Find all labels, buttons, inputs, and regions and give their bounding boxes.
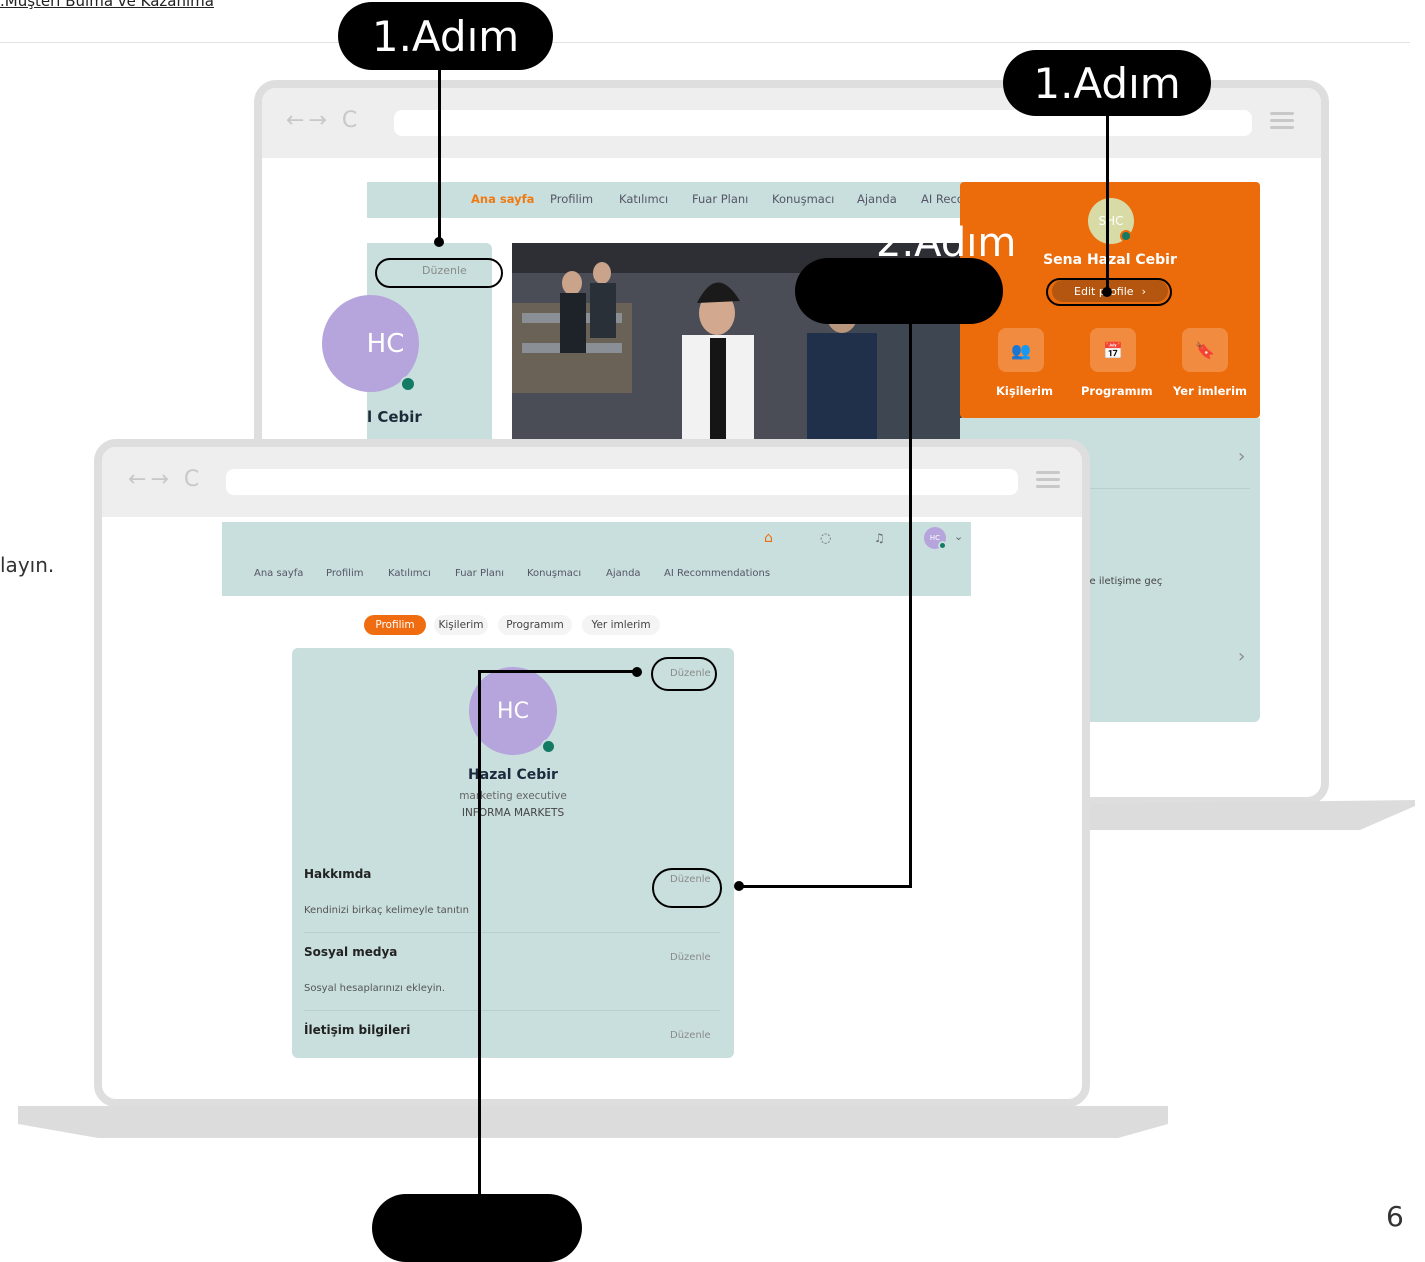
front-laptop-screen: ←→ C ⌂ ◌ ♫ HC ⌄ Ana sayfa Profilim Katıl…	[94, 439, 1090, 1107]
tile-program-icon[interactable]: 📅	[1090, 328, 1136, 372]
section-social-title: Sosyal medya	[304, 945, 398, 959]
profile-online-indicator	[541, 739, 556, 754]
tab-bookmarks[interactable]: Yer imlerim	[582, 615, 660, 635]
chevron-down-icon[interactable]: ⌄	[954, 530, 963, 543]
header-online-indicator	[938, 541, 947, 550]
header-avatar-initials: HC	[929, 534, 941, 542]
connector-step1-right-dot	[1102, 287, 1112, 297]
connector-bottom-vertical	[478, 670, 481, 1200]
profile-dropdown-panel: SHC Sena Hazal Cebir Edit profile › 👥 📅 …	[960, 182, 1260, 418]
dropdown-avatar-initials: SHC	[1098, 214, 1124, 228]
tab-program[interactable]: Programım	[498, 615, 572, 635]
profile-company: INFORMA MARKETS	[461, 807, 565, 819]
front-nav-agenda[interactable]: Ajanda	[606, 568, 641, 579]
tile-contacts-label[interactable]: Kişilerim	[996, 384, 1053, 398]
tile-bookmarks-label[interactable]: Yer imlerim	[1173, 384, 1247, 398]
front-browser-toolbar: ←→ C	[102, 447, 1082, 517]
instruction-text-fragment: layın.	[0, 553, 55, 577]
connector-bottom-horizontal	[478, 670, 638, 673]
front-app-header: ⌂ ◌ ♫ HC ⌄ Ana sayfa Profilim Katılımcı …	[222, 522, 971, 596]
connector-bottom-dot	[632, 667, 642, 677]
tab-profile[interactable]: Profilim	[364, 615, 426, 635]
profile-name: Hazal Cebir	[468, 767, 558, 783]
home-icon[interactable]: ⌂	[764, 530, 778, 546]
back-app-nav-bar: Ana sayfa Profilim Katılımcı Fuar Planı …	[367, 182, 967, 218]
back-nav-floorplan[interactable]: Fuar Planı	[692, 192, 748, 206]
connector-step1-top	[438, 70, 441, 242]
connector-step1-top-dot	[434, 237, 444, 247]
callout-step1-top: 1.Adım	[338, 2, 553, 70]
back-online-indicator	[400, 376, 416, 392]
connector-step1-right	[1106, 116, 1109, 294]
front-browser-nav-icons[interactable]: ←→ C	[128, 467, 203, 492]
front-browser-menu-icon[interactable]	[1036, 471, 1060, 489]
section-social-description: Sosyal hesaplarınızı ekleyin.	[304, 983, 446, 994]
front-nav-attendee[interactable]: Katılımcı	[388, 568, 431, 579]
section-divider-2	[304, 1010, 720, 1011]
chat-icon[interactable]: ◌	[820, 531, 831, 546]
tile-bookmarks-icon[interactable]: 🔖	[1182, 328, 1228, 372]
section-social-edit-button[interactable]: Düzenle	[670, 952, 711, 963]
callout-step1-right: 1.Adım	[1003, 50, 1211, 116]
connector-step2-dot	[734, 881, 744, 891]
front-nav-home[interactable]: Ana sayfa	[254, 568, 303, 579]
connector-step2-vertical	[909, 320, 912, 888]
front-nav-profile[interactable]: Profilim	[326, 568, 363, 579]
connector-step2-horizontal	[738, 885, 912, 888]
back-nav-profile[interactable]: Profilim	[550, 192, 593, 206]
profile-edit-highlight	[651, 657, 717, 691]
front-browser-url-bar[interactable]	[226, 469, 1018, 495]
header-divider	[0, 42, 1410, 43]
back-chevron-right-icon-1[interactable]: ›	[1238, 446, 1245, 467]
callout-bottom	[372, 1194, 582, 1262]
back-browser-nav-icons[interactable]: ←→ C	[286, 108, 361, 133]
bell-icon[interactable]: ♫	[874, 531, 885, 545]
front-profile-card: Düzenle HC Hazal Cebir marketing executi…	[292, 648, 734, 1058]
back-laptop-base	[1085, 800, 1415, 830]
front-nav-floorplan[interactable]: Fuar Planı	[455, 568, 504, 579]
back-profile-name-fragment: l Cebir	[367, 408, 422, 426]
back-nav-home[interactable]: Ana sayfa	[471, 192, 534, 206]
back-nav-speaker[interactable]: Konuşmacı	[772, 192, 834, 206]
tile-contacts-icon[interactable]: 👥	[998, 328, 1044, 372]
front-laptop-base	[18, 1106, 1168, 1138]
profile-avatar-initials: HC	[497, 698, 529, 724]
back-avatar-initials: HC	[366, 328, 405, 359]
section-contact-title: İletişim bilgileri	[304, 1023, 411, 1037]
section-about-description: Kendinizi birkaç kelimeyle tanıtın	[304, 905, 469, 916]
page-number: 6	[1386, 1200, 1404, 1233]
back-edit-highlight	[375, 258, 503, 288]
back-chevron-right-icon-2[interactable]: ›	[1238, 646, 1245, 667]
callout-step2	[795, 258, 1003, 324]
tile-program-label[interactable]: Programım	[1081, 384, 1153, 398]
section-divider-1	[304, 932, 720, 933]
breadcrumb-link[interactable]: .Müşteri Bulma ve Kazanıma	[0, 0, 214, 10]
about-edit-highlight	[652, 868, 722, 908]
back-nav-agenda[interactable]: Ajanda	[857, 192, 897, 206]
back-browser-menu-icon[interactable]	[1270, 112, 1294, 130]
front-nav-speaker[interactable]: Konuşmacı	[527, 568, 581, 579]
front-nav-ai[interactable]: AI Recommendations	[664, 568, 770, 579]
back-contact-text: ile iletişime geç	[1084, 576, 1163, 587]
back-nav-ai[interactable]: AI Reco	[921, 192, 964, 206]
profile-job-title: marketing executive	[459, 790, 567, 802]
dropdown-online-indicator	[1120, 230, 1132, 242]
back-nav-attendee[interactable]: Katılımcı	[619, 192, 668, 206]
section-about-title: Hakkımda	[304, 867, 372, 881]
section-contact-edit-button[interactable]: Düzenle	[670, 1030, 711, 1041]
tab-contacts[interactable]: Kişilerim	[434, 615, 488, 635]
